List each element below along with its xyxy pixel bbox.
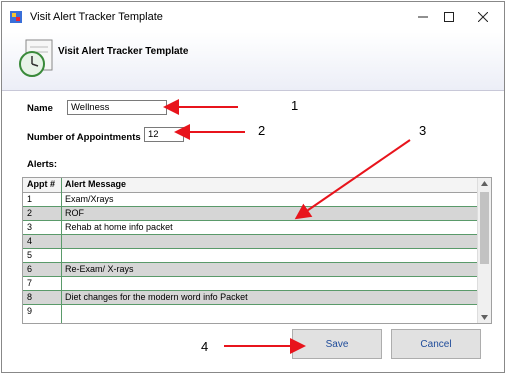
appt-number: 8 <box>27 292 33 302</box>
annotation-label-1: 1 <box>291 98 299 113</box>
appt-number: 9 <box>27 306 33 316</box>
column-header-appt[interactable]: Appt # <box>27 179 55 189</box>
annotation-label-2: 2 <box>258 123 266 138</box>
table-row[interactable]: 4 <box>23 235 479 249</box>
alert-message[interactable]: Rehab at home info packet <box>65 221 173 234</box>
title-bar: Visit Alert Tracker Template <box>2 2 504 32</box>
scrollbar-thumb[interactable] <box>480 192 489 264</box>
table-row[interactable]: 9 <box>23 305 479 319</box>
close-icon <box>478 12 488 22</box>
scroll-up-icon[interactable] <box>481 181 488 186</box>
cancel-button[interactable]: Cancel <box>391 329 481 359</box>
appt-number: 4 <box>27 236 33 246</box>
appointments-field[interactable]: 12 <box>144 127 184 142</box>
name-field[interactable]: Wellness <box>67 100 167 115</box>
appt-number: 5 <box>27 250 33 260</box>
column-divider <box>61 178 62 323</box>
table-row[interactable]: 2 ROF <box>23 207 479 221</box>
header-band <box>2 32 504 91</box>
table-row[interactable]: 3 Rehab at home info packet <box>23 221 479 235</box>
appt-number: 7 <box>27 278 33 288</box>
appt-number: 2 <box>27 208 33 218</box>
clock-calendar-icon <box>19 39 53 77</box>
table-row[interactable]: 8 Diet changes for the modern word info … <box>23 291 479 305</box>
alert-message[interactable]: Re-Exam/ X-rays <box>65 263 134 276</box>
appointments-label: Number of Appointments <box>27 132 141 143</box>
grid-header: Appt # Alert Message <box>23 178 479 193</box>
annotation-label-3: 3 <box>419 123 427 138</box>
alerts-grid[interactable]: Appt # Alert Message 1 Exam/Xrays 2 ROF … <box>22 177 492 324</box>
table-row[interactable]: 5 <box>23 249 479 263</box>
table-row[interactable]: 7 <box>23 277 479 291</box>
maximize-button[interactable] <box>432 2 466 32</box>
table-row[interactable]: 1 Exam/Xrays <box>23 193 479 207</box>
dialog-window: Visit Alert Tracker Template Visit Alert… <box>1 1 505 373</box>
alert-message[interactable]: Diet changes for the modern word info Pa… <box>65 291 248 304</box>
scroll-down-icon[interactable] <box>481 315 488 320</box>
name-label: Name <box>27 103 53 114</box>
alert-message[interactable]: Exam/Xrays <box>65 193 114 206</box>
vertical-scrollbar[interactable] <box>477 178 491 323</box>
header-title: Visit Alert Tracker Template <box>58 46 189 57</box>
minimize-icon <box>418 16 428 18</box>
window-title: Visit Alert Tracker Template <box>30 11 163 23</box>
annotation-label-4: 4 <box>201 339 209 354</box>
appt-number: 6 <box>27 264 33 274</box>
app-icon <box>10 11 22 23</box>
column-header-message[interactable]: Alert Message <box>65 179 126 189</box>
alert-message[interactable]: ROF <box>65 207 84 220</box>
appt-number: 1 <box>27 194 33 204</box>
save-button[interactable]: Save <box>292 329 382 359</box>
appt-number: 3 <box>27 222 33 232</box>
maximize-icon <box>444 12 454 22</box>
alerts-label: Alerts: <box>27 159 58 170</box>
table-row[interactable]: 6 Re-Exam/ X-rays <box>23 263 479 277</box>
close-button[interactable] <box>466 2 500 32</box>
